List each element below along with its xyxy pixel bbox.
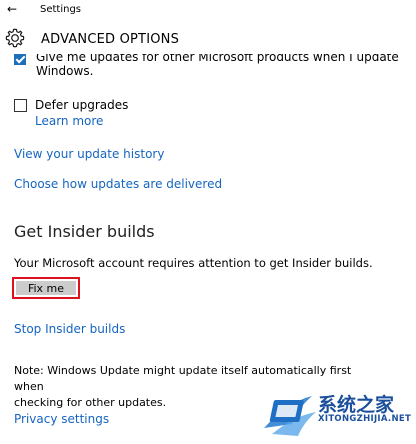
fix-me-button[interactable]: Fix me bbox=[16, 281, 76, 295]
update-history-link[interactable]: View your update history bbox=[14, 147, 164, 161]
watermark-site-cn: 系统之家 bbox=[318, 394, 395, 416]
watermark-site-en: XITONGZHIJIA.NET bbox=[318, 414, 412, 424]
defer-upgrades-label: Defer upgrades bbox=[35, 98, 129, 112]
stop-insider-builds-link[interactable]: Stop Insider builds bbox=[14, 322, 125, 336]
other-products-checkbox[interactable] bbox=[14, 53, 26, 65]
learn-more-link[interactable]: Learn more bbox=[35, 114, 103, 128]
page-header: ADVANCED OPTIONS bbox=[0, 24, 416, 54]
watermark: 系统之家 XITONGZHIJIA.NET bbox=[258, 372, 416, 444]
defer-upgrades-checkbox[interactable] bbox=[14, 99, 27, 112]
insider-section-heading: Get Insider builds bbox=[14, 222, 155, 241]
other-products-label-line2: Windows. bbox=[36, 64, 94, 78]
app-title: Settings bbox=[40, 4, 82, 15]
insider-message: Your Microsoft account requires attentio… bbox=[14, 256, 373, 270]
gear-icon bbox=[4, 27, 26, 53]
back-arrow-icon[interactable]: ← bbox=[7, 2, 17, 16]
privacy-settings-link[interactable]: Privacy settings bbox=[14, 412, 109, 426]
fix-me-highlight: Fix me bbox=[12, 277, 80, 299]
delivery-options-link[interactable]: Choose how updates are delivered bbox=[14, 177, 222, 191]
title-bar: ← Settings bbox=[0, 0, 416, 20]
page-title: ADVANCED OPTIONS bbox=[41, 32, 180, 47]
